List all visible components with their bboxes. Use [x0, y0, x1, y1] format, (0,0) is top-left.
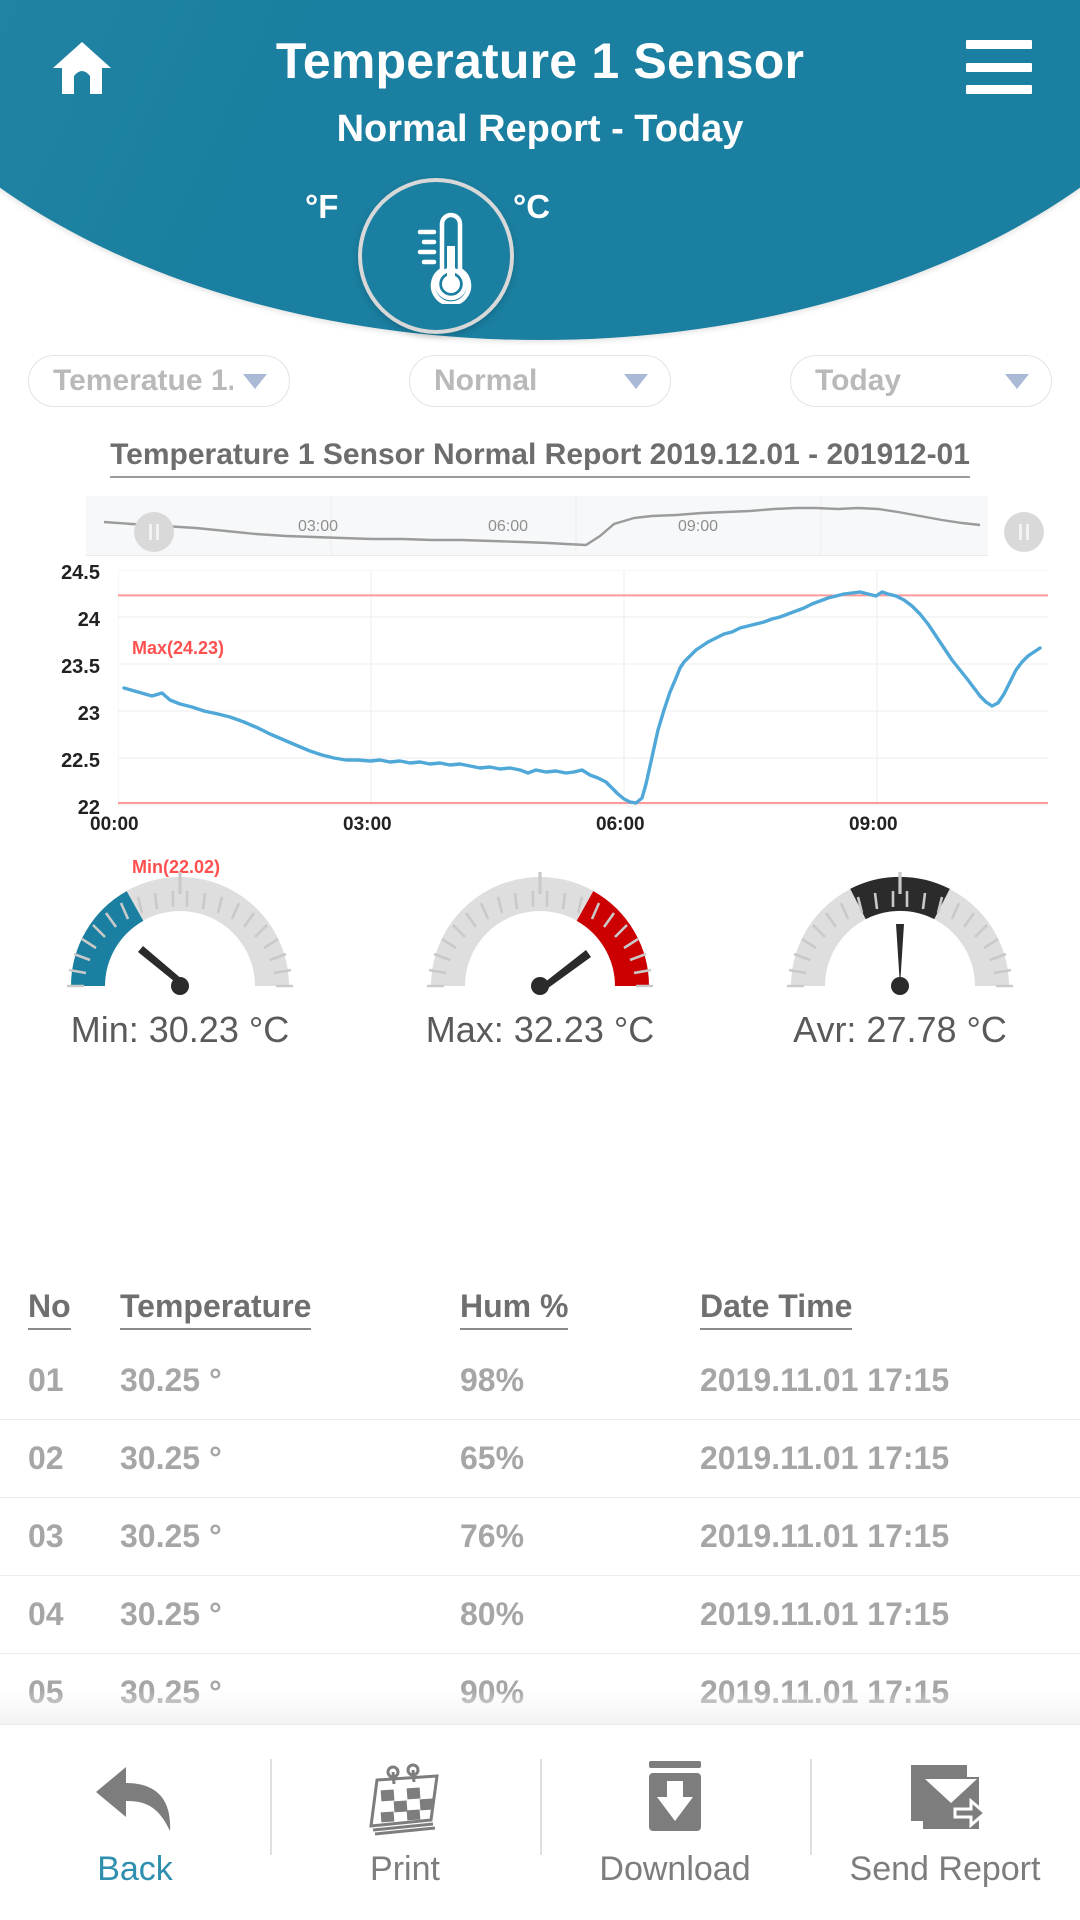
table-row[interactable]: 03 30.25 ° 76% 2019.11.01 17:15 [0, 1498, 1080, 1576]
readings-table: No Temperature Hum % Date Time 01 30.25 … [0, 1270, 1080, 1732]
min-gauge: Min: 30.23 °C [0, 860, 360, 1051]
back-button-label: Back [97, 1850, 173, 1888]
navigator-series [103, 496, 981, 556]
chevron-down-icon [243, 373, 267, 389]
app-header: Temperature 1 Sensor Normal Report - Tod… [0, 0, 1080, 345]
chart-range-navigator[interactable]: 03:00 06:00 09:00 [86, 496, 1044, 556]
chevron-down-icon [624, 373, 648, 389]
column-header-temperature: Temperature [120, 1287, 460, 1330]
column-header-humidity: Hum % [460, 1287, 700, 1330]
report-heading: Temperature 1 Sensor Normal Report 2019.… [0, 438, 1080, 478]
min-gauge-label: Min: 30.23 °C [70, 1009, 290, 1050]
page-subtitle: Normal Report - Today [336, 108, 744, 150]
chart-plot-area: 24.5 24 23.5 23 22.5 22 Max(24.23) Min(2… [28, 562, 1052, 877]
navigator-tick-0600: 06:00 [488, 518, 529, 535]
cell-no: 03 [28, 1518, 64, 1554]
cell-datetime: 2019.11.01 17:15 [700, 1518, 950, 1554]
avr-gauge-dial [787, 872, 1013, 995]
temperature-chart[interactable]: 03:00 06:00 09:00 24.5 24 23.5 23 22.5 2… [28, 490, 1052, 877]
y-tick-245: 24.5 [61, 562, 100, 584]
unit-fahrenheit-label[interactable]: °F [305, 188, 338, 226]
y-tick-23: 23 [77, 703, 100, 725]
cell-humidity: 98% [460, 1362, 525, 1398]
x-tick-0000: 00:00 [90, 814, 139, 835]
y-tick-235: 23.5 [61, 656, 100, 678]
report-screen: Temperature 1 Sensor Normal Report - Tod… [0, 0, 1080, 1920]
table-row[interactable]: 04 30.25 ° 80% 2019.11.01 17:15 [0, 1576, 1080, 1654]
cell-temperature: 30.25 ° [120, 1440, 222, 1476]
cell-no: 04 [28, 1596, 64, 1632]
list-fade-overlay [0, 1690, 1080, 1724]
back-arrow-icon [92, 1756, 178, 1840]
sensor-dropdown-label: Temeratue 1.. [53, 364, 233, 397]
cell-humidity: 80% [460, 1596, 525, 1632]
hamburger-menu-icon[interactable] [966, 40, 1032, 94]
send-report-button[interactable]: Send Report [810, 1725, 1080, 1920]
navigator-tick-0300: 03:00 [298, 518, 339, 535]
cell-datetime: 2019.11.01 17:15 [700, 1596, 950, 1632]
cell-temperature: 30.25 ° [120, 1362, 222, 1398]
max-threshold-label: Max(24.23) [132, 638, 225, 658]
y-tick-24: 24 [77, 609, 100, 631]
cell-no: 02 [28, 1440, 64, 1476]
cell-humidity: 65% [460, 1440, 525, 1476]
cell-humidity: 76% [460, 1518, 525, 1554]
period-dropdown-label: Today [815, 364, 902, 397]
max-gauge: Max: 32.23 °C [360, 860, 720, 1051]
avr-gauge-label: Avr: 27.78 °C [793, 1009, 1007, 1050]
cell-no: 01 [28, 1362, 64, 1398]
download-icon [639, 1756, 711, 1840]
download-button-label: Download [599, 1850, 751, 1888]
min-gauge-dial [67, 872, 293, 995]
table-row[interactable]: 01 30.25 ° 98% 2019.11.01 17:15 [0, 1342, 1080, 1420]
table-row[interactable]: 02 30.25 ° 65% 2019.11.01 17:15 [0, 1420, 1080, 1498]
back-button[interactable]: Back [0, 1725, 270, 1920]
page-title: Temperature 1 Sensor [275, 33, 805, 89]
y-tick-225: 22.5 [61, 750, 100, 772]
download-button[interactable]: Download [540, 1725, 810, 1920]
cell-datetime: 2019.11.01 17:15 [700, 1362, 950, 1398]
x-tick-0900: 09:00 [849, 814, 898, 835]
cell-temperature: 30.25 ° [120, 1596, 222, 1632]
period-dropdown[interactable]: Today [790, 355, 1052, 407]
sensor-dropdown[interactable]: Temeratue 1.. [28, 355, 290, 407]
column-header-datetime: Date Time [700, 1287, 1080, 1330]
report-type-dropdown-label: Normal [434, 364, 538, 397]
print-button[interactable]: Print [270, 1725, 540, 1920]
gauge-row: Min: 30.23 °C Max: 32.23 °C Avr: 27.78 °… [0, 860, 1080, 1051]
bottom-action-bar: Back Print Download Send Report [0, 1724, 1080, 1920]
navigator-tick-0900: 09:00 [678, 518, 719, 535]
print-calendar-icon [363, 1756, 447, 1840]
filter-bar: Temeratue 1.. Normal Today [0, 355, 1080, 407]
unit-celsius-label[interactable]: °C [513, 188, 550, 226]
send-report-button-label: Send Report [849, 1850, 1041, 1888]
chart-series-svg [118, 570, 1048, 806]
cell-temperature: 30.25 ° [120, 1518, 222, 1554]
x-tick-0600: 06:00 [596, 814, 645, 835]
max-gauge-dial [427, 872, 653, 995]
avr-gauge: Avr: 27.78 °C [720, 860, 1080, 1051]
navigator-handle-right[interactable] [1004, 512, 1044, 552]
navigator-handle-left[interactable] [134, 512, 174, 552]
print-button-label: Print [370, 1850, 440, 1888]
report-heading-text: Temperature 1 Sensor Normal Report 2019.… [110, 438, 970, 478]
thermometer-icon[interactable] [358, 178, 514, 334]
send-mail-icon [905, 1756, 985, 1840]
table-header-row: No Temperature Hum % Date Time [0, 1270, 1080, 1342]
column-header-no: No [0, 1287, 120, 1330]
max-gauge-label: Max: 32.23 °C [425, 1009, 655, 1050]
report-type-dropdown[interactable]: Normal [409, 355, 671, 407]
chevron-down-icon [1005, 373, 1029, 389]
cell-datetime: 2019.11.01 17:15 [700, 1440, 950, 1476]
x-tick-0300: 03:00 [343, 814, 392, 835]
